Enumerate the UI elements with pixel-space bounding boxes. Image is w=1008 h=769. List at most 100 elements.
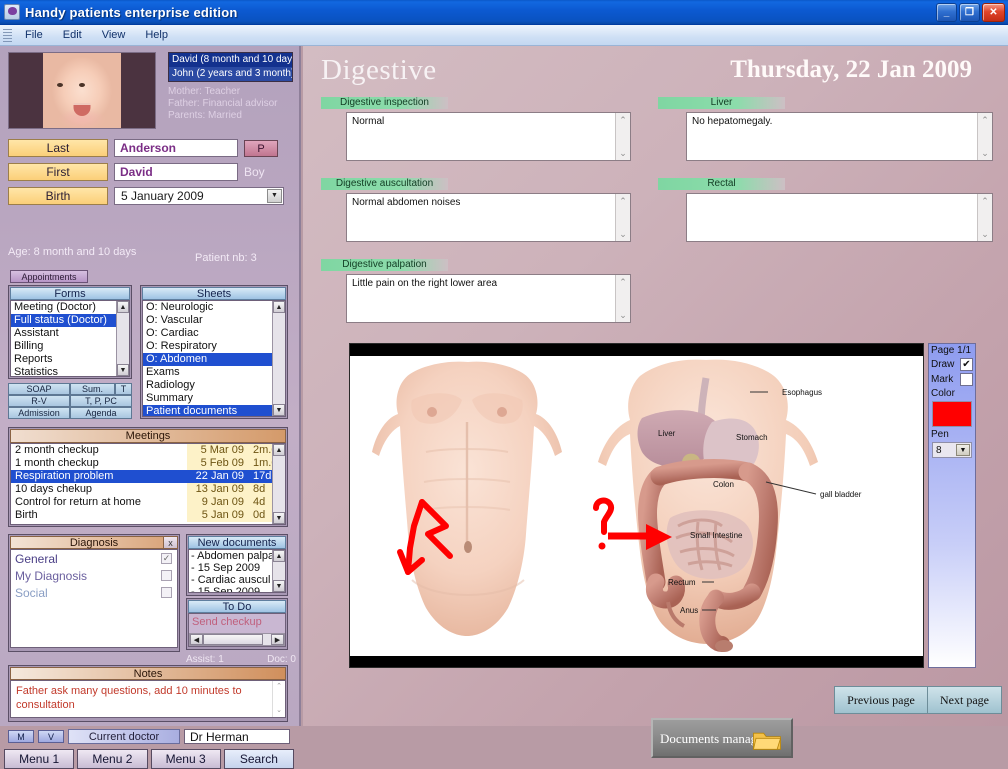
forms-item[interactable]: Meeting (Doctor) [11,301,129,314]
scroll-down-icon[interactable]: ⌄ [616,308,630,322]
forms-list[interactable]: Meeting (Doctor) Full status (Doctor) As… [10,300,130,377]
todo-list[interactable]: Send checkup ◀ ▶ [188,613,286,647]
close-button[interactable]: ✕ [982,3,1005,22]
scroll-down-icon[interactable]: ▼ [273,580,285,592]
forms-item[interactable]: Assistant [11,327,129,340]
scroll-down-icon[interactable]: ⌄ [616,146,630,160]
scroll-up-icon[interactable]: ▲ [273,301,285,313]
list-item[interactable]: Social [11,584,177,601]
field-digestive-palpation[interactable]: Little pain on the right lower area ⌃ ⌄ [346,274,631,323]
field-rectal[interactable]: ⌃ ⌄ [686,193,993,242]
diagnosis-list[interactable]: General ✓ My Diagnosis Social [10,549,178,648]
scroll-up-icon[interactable]: ▲ [273,444,285,456]
scroll-thumb[interactable] [203,634,263,645]
scroll-down-icon[interactable]: ▼ [273,404,285,416]
first-name-field[interactable]: David [114,163,238,181]
sheets-item[interactable]: O: Cardiac [143,327,285,340]
table-row[interactable]: Birth 5 Jan 09 0d [11,509,285,522]
drawing-canvas[interactable]: Esophagus Liver Stomach Colon gall bladd… [349,343,924,668]
next-page-button[interactable]: Next page [928,686,1002,714]
sheets-list[interactable]: O: Neurologic O: Vascular O: Cardiac O: … [142,300,286,417]
new-documents-list[interactable]: - Abdomen palpat - 15 Sep 2009 - Cardiac… [188,549,286,593]
sheets-item[interactable]: Radiology [143,379,285,392]
scroll-down-icon[interactable]: ▼ [117,364,129,376]
menu-item-file[interactable]: File [15,27,53,43]
list-item[interactable]: Send checkup [189,614,285,628]
agenda-button[interactable]: Agenda [70,407,132,419]
field-scrollbar[interactable]: ⌃ ⌄ [977,113,992,160]
list-item[interactable]: - Cardiac auscul [189,574,285,586]
last-name-field[interactable]: Anderson [114,139,238,157]
menu3-button[interactable]: Menu 3 [151,749,221,769]
sheets-scrollbar[interactable]: ▲ ▼ [272,301,285,416]
menu2-button[interactable]: Menu 2 [77,749,147,769]
todo-hscrollbar[interactable]: ◀ ▶ [189,633,285,646]
table-row[interactable]: 10 days chekup 13 Jan 09 8d [11,483,285,496]
soap-button[interactable]: SOAP [8,383,70,395]
meetings-list[interactable]: 2 month checkup 5 Mar 09 2m.0d 1 month c… [10,443,286,525]
birth-date-field[interactable]: 5 January 2009 ▼ [114,187,284,205]
patient-photo[interactable] [8,52,156,129]
scroll-down-icon[interactable]: ⌄ [616,227,630,241]
rv-button[interactable]: R-V [8,395,70,407]
appointments-button[interactable]: Appointments [10,270,88,283]
sheets-item[interactable]: O: Abdomen [143,353,285,366]
minimize-button[interactable]: _ [936,3,957,22]
scroll-up-icon[interactable]: ▲ [273,550,285,562]
forms-item[interactable]: Billing [11,340,129,353]
t-button[interactable]: T [115,383,132,395]
admission-button[interactable]: Admission [8,407,70,419]
draw-checkbox[interactable]: ✔ [960,358,973,371]
previous-page-button[interactable]: Previous page [834,686,928,714]
close-icon[interactable]: x [163,537,177,548]
mark-checkbox[interactable] [960,373,973,386]
scroll-up-icon[interactable]: ⌃ [616,275,630,289]
sheets-item[interactable]: O: Vascular [143,314,285,327]
scroll-up-icon[interactable]: ⌃ [978,113,992,127]
forms-item[interactable]: Reports [11,353,129,366]
current-doctor-value[interactable]: Dr Herman [184,729,290,744]
chevron-down-icon[interactable]: ▼ [267,189,282,203]
menu-item-view[interactable]: View [92,27,136,43]
new-documents-scrollbar[interactable]: ▲ ▼ [272,550,285,592]
table-row[interactable]: 2 month checkup 5 Mar 09 2m.0d [11,444,285,457]
m-button[interactable]: M [8,730,34,743]
list-item[interactable]: General ✓ [11,550,177,567]
field-scrollbar[interactable]: ⌃ ⌄ [615,113,630,160]
field-digestive-auscultation[interactable]: Normal abdomen noises ⌃ ⌄ [346,193,631,242]
table-row[interactable]: 1 month checkup 5 Feb 09 1m.0d [11,457,285,470]
list-item[interactable]: - 15 Sep 2009 [189,586,285,593]
scroll-right-icon[interactable]: ▶ [271,634,284,645]
draw-toggle-row[interactable]: Draw ✔ [929,357,975,372]
scroll-down-icon[interactable]: ⌄ [978,227,992,241]
restore-button[interactable]: ❐ [959,3,980,22]
canvas-page[interactable]: Esophagus Liver Stomach Colon gall bladd… [350,356,924,656]
notes-text[interactable]: Father ask many questions, add 10 minute… [10,680,286,718]
tppc-button[interactable]: T, P, PC [70,395,132,407]
meetings-scrollbar[interactable]: ▲ ▼ [272,444,285,524]
forms-scrollbar[interactable]: ▲ ▼ [116,301,129,376]
field-digestive-inspection[interactable]: Normal ⌃ ⌄ [346,112,631,161]
sibling-item-david[interactable]: David (8 month and 10 day [169,53,292,67]
menu-grip-icon[interactable] [3,29,12,42]
scroll-track[interactable] [263,634,271,645]
sibling-item-john[interactable]: John (2 years and 3 month) [169,67,292,81]
field-scrollbar[interactable]: ⌃ ⌄ [615,275,630,322]
scroll-down-icon[interactable]: ⌄ [273,705,285,717]
sheets-item[interactable]: O: Respiratory [143,340,285,353]
table-row[interactable]: Control for return at home 9 Jan 09 4d [11,496,285,509]
scroll-left-icon[interactable]: ◀ [190,634,203,645]
scroll-down-icon[interactable]: ▼ [273,512,285,524]
checkbox[interactable] [161,570,172,581]
menu-item-edit[interactable]: Edit [53,27,92,43]
sheets-item[interactable]: Exams [143,366,285,379]
checkbox[interactable] [161,587,172,598]
sum-button[interactable]: Sum. [70,383,115,395]
documents-manager-button[interactable]: Documents manager [651,718,793,758]
v-button[interactable]: V [38,730,64,743]
chevron-down-icon[interactable]: ▼ [956,444,970,456]
scroll-up-icon[interactable]: ⌃ [978,194,992,208]
scroll-up-icon[interactable]: ⌃ [616,113,630,127]
scroll-up-icon[interactable]: ▲ [117,301,129,313]
pen-size-select[interactable]: 8 ▼ [932,442,972,458]
